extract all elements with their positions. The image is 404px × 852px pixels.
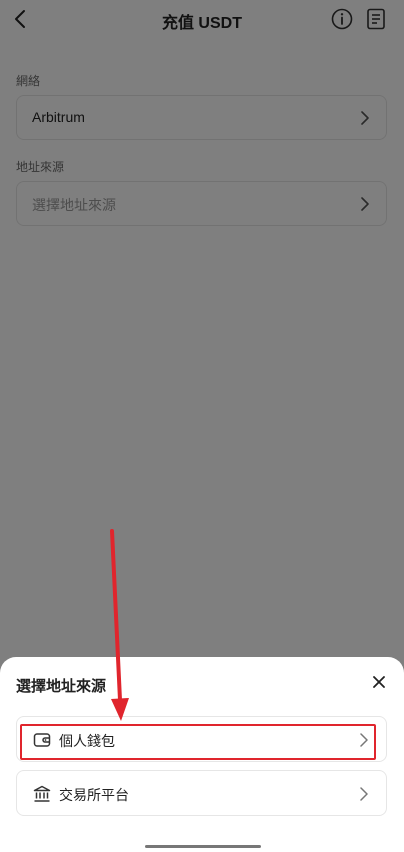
sheet-title: 選擇地址來源 <box>16 678 107 695</box>
chevron-right-icon <box>360 787 368 801</box>
bank-icon <box>33 785 51 802</box>
option-label: 交易所平台 <box>59 787 129 803</box>
close-icon[interactable] <box>372 675 386 689</box>
chevron-right-icon <box>360 733 368 747</box>
option-personal-wallet[interactable]: 個人錢包 <box>16 716 387 762</box>
address-source-sheet: 選擇地址來源 個人錢包 交易所平台 <box>0 657 404 852</box>
wallet-icon <box>33 733 51 747</box>
option-label: 個人錢包 <box>59 733 115 749</box>
option-exchange-platform[interactable]: 交易所平台 <box>16 770 387 816</box>
home-indicator <box>145 845 261 848</box>
